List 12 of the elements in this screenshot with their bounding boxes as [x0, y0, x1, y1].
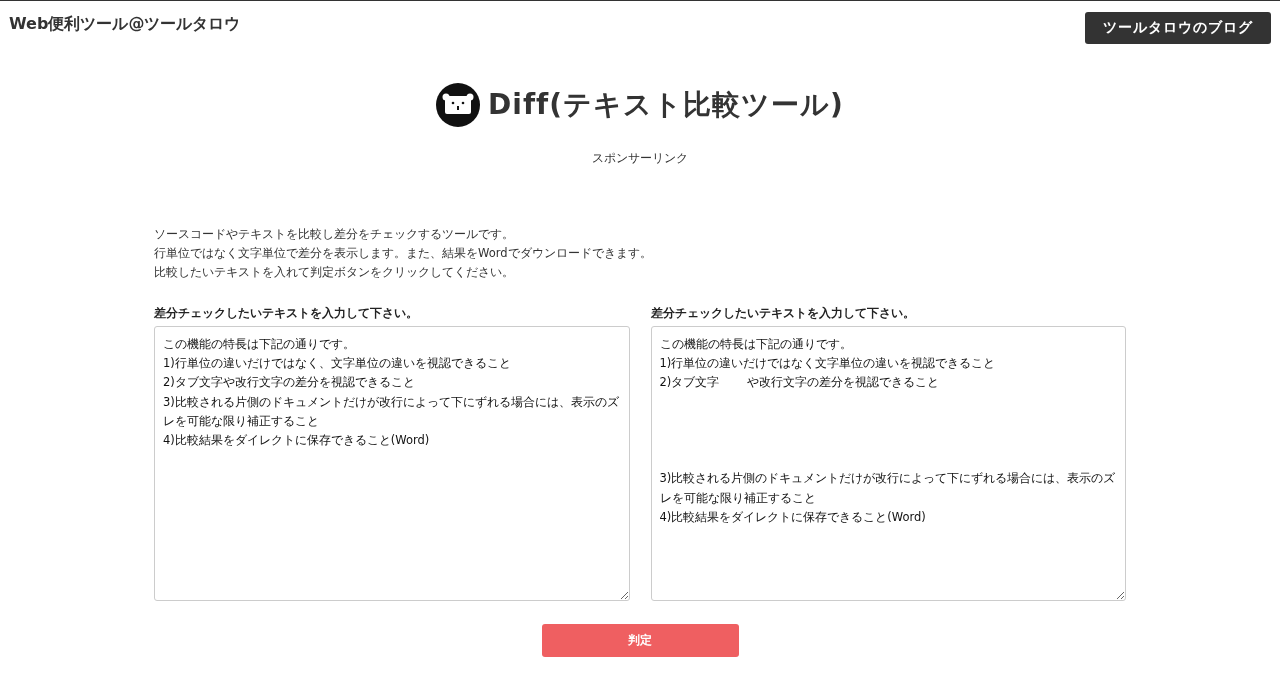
page-title: Diff(テキスト比較ツール)	[488, 87, 844, 123]
description-text: ソースコードやテキストを比較し差分をチェックするツールです。	[154, 226, 515, 243]
text-input-field[interactable]: この機能の特長は下記の通りです。 1)行単位の違いだけではなく文字単位の違いを視認できること 2)タブ文字 や改行文字の差分を視認できること 3)比較される片側のドキュメントだけが改行によって下にずれる場合には、表示のズレを可能な限り補正すること 4)比較結果をダイレクトに保存できること(Word)	[650, 326, 1126, 601]
input-label: 差分チェックしたいテキストを入力して下さい。	[650, 306, 916, 321]
bear-logo-icon	[436, 83, 481, 127]
description-text: 比較したいテキストを入れて判定ボタンをクリックしてください。	[154, 264, 515, 281]
input-label: 差分チェックしたいテキストを入力して下さい。	[154, 306, 419, 321]
text-input-field[interactable]: この機能の特長は下記の通りです。 1)行単位の違いだけではなく、文字単位の違いを視認できること 2)タブ文字や改行文字の差分を視認できること 3)比較される片側のドキュメントだけが改行によって下にずれる場合には、表示のズレを可能な限り補正すること 4)比較結果をダイレクトに保存できること(Word)	[154, 326, 630, 601]
description-text: 行単位ではなく文字単位で差分を表示します。また、結果をWordでダウンロードできます。	[154, 245, 653, 262]
site-title[interactable]: Web便利ツール@ツールタロウ	[9, 14, 241, 35]
blog-button[interactable]: ツールタロウのブログ	[1085, 12, 1271, 44]
sponsor-label: スポンサーリンク	[591, 150, 689, 167]
